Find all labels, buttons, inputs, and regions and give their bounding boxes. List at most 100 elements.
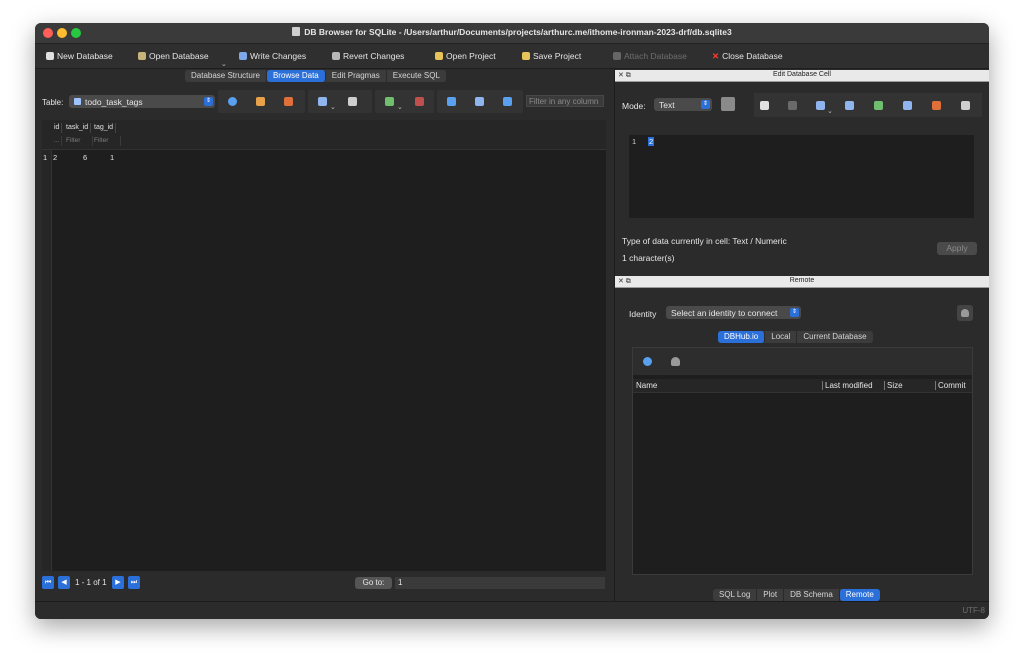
- tab-local[interactable]: Local: [765, 331, 798, 343]
- tab-sql-log[interactable]: SQL Log: [713, 589, 758, 601]
- editor-text[interactable]: 2: [648, 137, 655, 146]
- tab-dbhub[interactable]: DBHub.io: [718, 331, 766, 343]
- word-wrap-icon[interactable]: [788, 101, 797, 110]
- apply-button[interactable]: Apply: [937, 242, 977, 255]
- filter-any-column-input[interactable]: Filter in any column: [526, 95, 604, 107]
- tab-current-database[interactable]: Current Database: [797, 331, 872, 343]
- print-icon[interactable]: [348, 97, 357, 106]
- mode-select-value: Text: [659, 100, 675, 110]
- cell-id[interactable]: 2: [53, 153, 57, 162]
- image-view-icon[interactable]: [903, 101, 912, 110]
- insert-record-chevron-down-icon[interactable]: ⌄: [397, 103, 403, 111]
- status-bar: UTF-8: [35, 601, 989, 619]
- column-header-tag-id[interactable]: tag_id: [92, 123, 117, 133]
- import-chevron-down-icon[interactable]: ⌄: [827, 107, 833, 115]
- identity-settings-button[interactable]: [957, 305, 973, 321]
- close-database-label: Close Database: [722, 51, 783, 61]
- revert-changes-label: Revert Changes: [343, 51, 405, 61]
- tab-browse-data[interactable]: Browse Data: [266, 70, 326, 82]
- tab-database-structure[interactable]: Database Structure: [185, 70, 267, 82]
- identity-select[interactable]: Select an identity to connect ⇕: [666, 306, 801, 319]
- column-header-name[interactable]: Name: [636, 381, 657, 390]
- text-mode-icon[interactable]: [760, 101, 769, 110]
- column-header-last-modified[interactable]: Last modified: [822, 381, 873, 390]
- open-database-button[interactable]: Open Database: [138, 51, 209, 61]
- column-header-task-id[interactable]: task_id: [64, 123, 92, 133]
- save-project-label: Save Project: [533, 51, 582, 61]
- print-cell-icon[interactable]: [961, 101, 970, 110]
- save-project-button[interactable]: Save Project: [522, 51, 581, 61]
- goto-button[interactable]: Go to:: [355, 577, 392, 589]
- remote-panel-title: Remote: [789, 277, 815, 284]
- write-changes-icon: [239, 52, 247, 60]
- filter-field-task-id[interactable]: Filter: [64, 136, 93, 146]
- cell-tag-id[interactable]: 1: [110, 153, 114, 162]
- filter-field-tag-id[interactable]: Filter: [92, 136, 121, 146]
- row-number[interactable]: 1: [43, 153, 47, 162]
- filter-field-id[interactable]: ...: [52, 136, 63, 146]
- save-table-icon[interactable]: [318, 97, 327, 106]
- save-table-chevron-down-icon[interactable]: ⌄: [330, 103, 336, 111]
- new-database-icon: [46, 52, 54, 60]
- import-icon[interactable]: [816, 101, 825, 110]
- main-tab-bar: Database Structure Browse Data Edit Prag…: [185, 70, 446, 82]
- copy-create-statement-icon[interactable]: [503, 97, 512, 106]
- goto-input[interactable]: 1: [395, 577, 605, 589]
- app-window: DB Browser for SQLite - /Users/arthur/Do…: [35, 23, 989, 619]
- delete-record-icon[interactable]: [415, 97, 424, 106]
- cell-task-id[interactable]: 6: [83, 153, 87, 162]
- grid-navigation: ⏮ ◀ 1 - 1 of 1 ▶ ⏭ Go to: 1: [35, 571, 614, 595]
- remote-panel-header: ✕ ⧉ Remote: [615, 276, 989, 288]
- tab-plot[interactable]: Plot: [757, 589, 785, 601]
- attach-database-label: Attach Database: [624, 51, 687, 61]
- open-project-icon: [435, 52, 443, 60]
- mode-label: Mode:: [622, 101, 646, 111]
- open-database-chevron-down-icon[interactable]: ⌄: [221, 60, 227, 68]
- clone-database-icon[interactable]: [671, 357, 680, 366]
- attach-database-button[interactable]: Attach Database: [613, 51, 687, 61]
- refresh-icon[interactable]: [228, 97, 237, 106]
- new-database-button[interactable]: New Database: [46, 51, 113, 61]
- last-record-icon[interactable]: ⏭: [128, 576, 140, 589]
- export-icon[interactable]: [845, 101, 854, 110]
- find-replace-icon[interactable]: [475, 97, 484, 106]
- insert-record-icon[interactable]: [385, 97, 394, 106]
- mode-select[interactable]: Text ⇕: [654, 98, 712, 111]
- first-record-icon[interactable]: ⏮: [42, 576, 54, 589]
- column-header-commit[interactable]: Commit: [935, 381, 966, 390]
- window-title: DB Browser for SQLite - /Users/arthur/Do…: [35, 27, 989, 37]
- tab-remote[interactable]: Remote: [839, 589, 880, 601]
- find-text-icon[interactable]: [447, 97, 456, 106]
- clear-icon[interactable]: [932, 101, 941, 110]
- write-changes-button[interactable]: Write Changes: [239, 51, 306, 61]
- close-database-button[interactable]: ✕ Close Database: [712, 51, 783, 62]
- refresh-remote-icon[interactable]: [643, 357, 652, 366]
- row-number-gutter: [42, 150, 52, 571]
- open-project-button[interactable]: Open Project: [435, 51, 496, 61]
- clear-sorting-icon[interactable]: [284, 97, 293, 106]
- revert-changes-button[interactable]: Revert Changes: [332, 51, 404, 61]
- column-header-size[interactable]: Size: [884, 381, 903, 390]
- table-select[interactable]: todo_task_tags ⇕: [69, 95, 215, 108]
- toolbar-group-refresh: [218, 90, 305, 113]
- previous-record-icon[interactable]: ◀: [58, 576, 70, 589]
- set-null-icon[interactable]: [874, 101, 883, 110]
- table-select-value: todo_task_tags: [85, 97, 143, 107]
- identity-select-value: Select an identity to connect: [671, 308, 778, 318]
- panel-divider[interactable]: [614, 69, 615, 601]
- open-database-icon: [138, 52, 146, 60]
- select-arrows-icon: ⇕: [790, 308, 799, 317]
- tab-execute-sql[interactable]: Execute SQL: [387, 70, 446, 82]
- column-header-id[interactable]: id: [52, 123, 63, 133]
- clear-filters-icon[interactable]: [256, 97, 265, 106]
- tab-edit-pragmas[interactable]: Edit Pragmas: [326, 70, 387, 82]
- data-grid: id task_id tag_id ... Filter Filter 1 2 …: [42, 120, 606, 571]
- main-toolbar: New Database Open Database ⌄ Write Chang…: [35, 44, 989, 69]
- tab-db-schema[interactable]: DB Schema: [784, 589, 840, 601]
- auto-format-icon[interactable]: [721, 97, 735, 111]
- identity-label: Identity: [629, 309, 657, 319]
- cell-editor[interactable]: 1 2: [629, 135, 974, 218]
- next-record-icon[interactable]: ▶: [112, 576, 124, 589]
- encoding-indicator: UTF-8: [962, 606, 985, 615]
- attach-database-icon: [613, 52, 621, 60]
